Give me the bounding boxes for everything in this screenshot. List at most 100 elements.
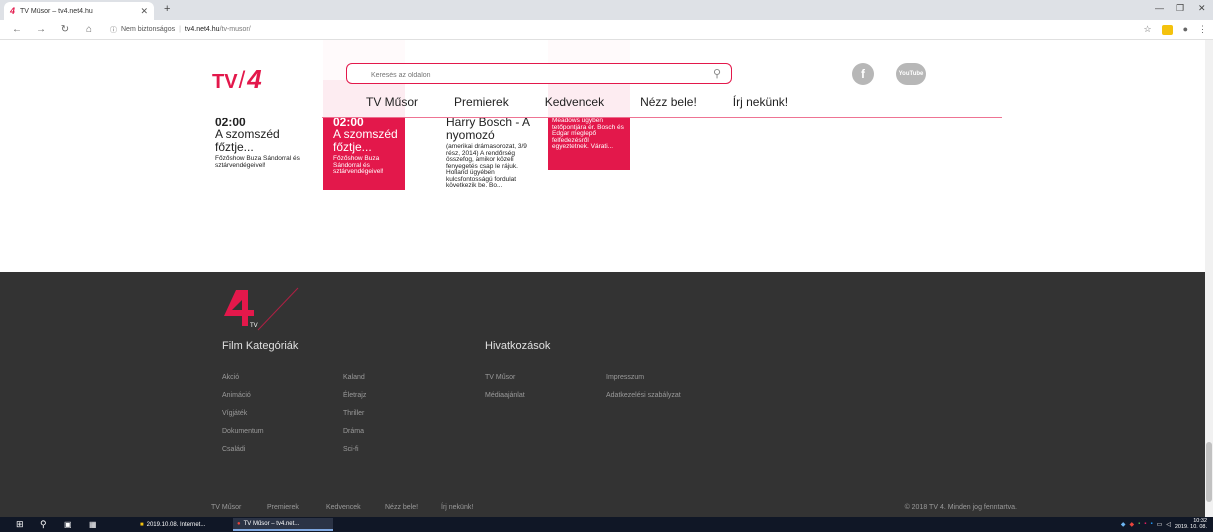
minimize-icon[interactable]: — — [1155, 3, 1164, 13]
close-window-icon[interactable]: ✕ — [1198, 3, 1206, 14]
folder-icon: ■ — [140, 521, 144, 528]
schedule-item[interactable]: 02:00 A szomszéd főztje... Főzőshow Buza… — [215, 116, 307, 186]
facebook-icon[interactable]: f — [852, 63, 874, 85]
url-path: /tv-musor/ — [219, 26, 251, 33]
clock-date: 2019. 10. 08. — [1174, 524, 1207, 530]
schedule-item[interactable]: Harry Bosch - A nyomozó (amerikai drámas… — [446, 116, 538, 226]
back-icon[interactable]: ← — [10, 24, 24, 35]
header-divider — [322, 117, 1002, 118]
footer-link-animacio[interactable]: Animáció — [222, 392, 251, 399]
tray-app-icon[interactable]: ▪ — [1138, 521, 1140, 527]
logo-slash: / — [238, 67, 246, 94]
url-host: tv4.net4.hu — [184, 26, 220, 33]
footer-link-drama[interactable]: Dráma — [343, 428, 364, 435]
footer-link-kaland[interactable]: Kaland — [343, 374, 365, 381]
footer-link-eletrajz[interactable]: Életrajz — [343, 392, 366, 399]
security-label: Nem biztonságos — [121, 26, 176, 33]
bookmark-star-icon[interactable]: ☆ — [1143, 24, 1151, 35]
bottom-nav-kedvencek[interactable]: Kedvencek — [326, 504, 361, 511]
footer-link-adatkezeles[interactable]: Adatkezelési szabályzat — [606, 392, 681, 399]
program-title: A szomszéd főztje... — [333, 127, 398, 154]
logo-four-text: 4 — [247, 64, 262, 94]
logo-tv-text: TV — [212, 71, 238, 93]
web-page: 02:00 A szomszéd főztje... Főzőshow Buza… — [0, 40, 1213, 517]
reload-icon[interactable]: ↻ — [58, 24, 72, 35]
program-title: Harry Bosch - A nyomozó — [446, 115, 530, 142]
new-tab-icon[interactable]: + — [164, 3, 170, 15]
browser-tab[interactable]: 4 TV Műsor – tv4.net4.hu ✕ — [4, 2, 154, 20]
footer-link-sci-fi[interactable]: Sci-fi — [343, 446, 359, 453]
task-view-icon[interactable]: ▣ — [64, 517, 72, 532]
taskbar-app-label: TV Műsor – tv4.net... — [243, 520, 300, 527]
nav-irj-nekunk[interactable]: Írj nekünk! — [733, 95, 788, 109]
menu-icon[interactable]: ⋮ — [1198, 24, 1207, 35]
site-header: TV / 4 ⚲ f YouTube TV Műsor Premierek Ke… — [0, 40, 1205, 118]
profile-icon[interactable]: ● — [1183, 24, 1188, 35]
program-description: Főzőshow Buza Sándorral és sztárvendégei… — [333, 155, 384, 175]
bottom-nav-premierek[interactable]: Premierek — [267, 504, 299, 511]
tab-close-icon[interactable]: ✕ — [140, 6, 148, 17]
chrome-icon: ● — [237, 520, 241, 527]
youtube-icon[interactable]: YouTube — [896, 63, 926, 85]
search-icon[interactable]: ⚲ — [713, 67, 721, 80]
footer-link-akcio[interactable]: Akció — [222, 374, 239, 381]
copyright-text: © 2018 TV 4. Minden jog fenntartva. — [904, 504, 1017, 511]
program-description: Meadows ügyben tetőpontjára ér. Bosch és… — [552, 117, 624, 150]
nav-tv-musor[interactable]: TV Műsor — [366, 95, 418, 109]
calculator-icon[interactable]: ▦ — [89, 517, 97, 532]
search-input[interactable] — [371, 66, 711, 85]
nav-nezz-bele[interactable]: Nézz bele! — [640, 95, 697, 109]
nav-premierek[interactable]: Premierek — [454, 95, 509, 109]
nav-kedvencek[interactable]: Kedvencek — [545, 95, 604, 109]
taskbar-clock[interactable]: 10:32 2019. 10. 08. — [1175, 518, 1207, 530]
tab-title: TV Műsor – tv4.net4.hu — [20, 7, 93, 15]
windows-start-icon[interactable]: ⊞ — [16, 517, 24, 532]
toolbar-right: ☆ ● ⋮ — [1143, 24, 1207, 35]
tray-app-icon[interactable]: ◆ — [1121, 521, 1126, 528]
search-taskbar-icon[interactable]: ⚲ — [40, 517, 47, 532]
browser-tab-bar: 4 TV Műsor – tv4.net4.hu ✕ + — ❐ ✕ — [0, 0, 1213, 20]
links-heading: Hivatkozások — [485, 340, 551, 352]
network-icon[interactable]: ▭ — [1157, 521, 1163, 528]
maximize-icon[interactable]: ❐ — [1176, 3, 1184, 14]
program-description: Főzőshow Buza Sándorral és sztárvendégei… — [215, 155, 300, 169]
taskbar-app-chrome[interactable]: ● TV Műsor – tv4.net... — [233, 518, 333, 531]
forward-icon[interactable]: → — [34, 24, 48, 35]
program-description: (amerikai drámasorozat, 3/9 rész, 2014) … — [446, 143, 527, 189]
taskbar-app-label: 2019.10.08. Internet... — [146, 521, 206, 528]
taskbar-app-folder[interactable]: ■ 2019.10.08. Internet... — [136, 518, 230, 531]
tv4-logo[interactable]: TV / 4 — [212, 64, 262, 95]
tray-app-icon[interactable]: ◆ — [1130, 521, 1135, 528]
footer-link-mediaajanlat[interactable]: Médiaajánlat — [485, 392, 525, 399]
footer-link-csaladi[interactable]: Családi — [222, 446, 245, 453]
extension-icon[interactable] — [1161, 25, 1173, 35]
site-footer: TV Film Kategóriák Hivatkozások Akció An… — [0, 272, 1205, 517]
footer-tv4-logo[interactable]: TV — [222, 286, 302, 332]
program-title: A szomszéd főztje... — [215, 127, 280, 154]
footer-link-dokumentum[interactable]: Dokumentum — [222, 428, 264, 435]
bottom-nav-tv-musor[interactable]: TV Műsor — [211, 504, 241, 511]
home-icon[interactable]: ⌂ — [82, 24, 96, 35]
footer-link-thriller[interactable]: Thriller — [343, 410, 364, 417]
windows-taskbar: ⊞ ⚲ ▣ ▦ ■ 2019.10.08. Internet... ● TV M… — [0, 517, 1213, 532]
tv4-favicon-icon: 4 — [10, 6, 16, 16]
info-icon[interactable]: ⓘ — [110, 25, 117, 35]
tray-app-icon[interactable]: ▪ — [1144, 521, 1146, 527]
main-nav: TV Műsor Premierek Kedvencek Nézz bele! … — [366, 95, 824, 109]
film-categories-heading: Film Kategóriák — [222, 340, 299, 352]
volume-icon[interactable]: ◁ — [1166, 521, 1171, 528]
browser-toolbar: ← → ↻ ⌂ ⓘ Nem biztonságos | tv4.net4.hu … — [0, 20, 1213, 40]
search-box[interactable]: ⚲ — [346, 63, 732, 85]
scrollbar-thumb[interactable] — [1206, 442, 1212, 502]
bottom-nav-nezz-bele[interactable]: Nézz bele! — [385, 504, 418, 511]
tray-app-icon[interactable]: ▪ — [1150, 521, 1152, 527]
url-separator: | — [179, 26, 181, 33]
page-scrollbar[interactable] — [1205, 40, 1213, 517]
address-bar[interactable]: ⓘ Nem biztonságos | tv4.net4.hu /tv-muso… — [110, 25, 251, 35]
footer-link-tv-musor[interactable]: TV Műsor — [485, 374, 515, 381]
bottom-nav-irj-nekunk[interactable]: Írj nekünk! — [441, 504, 473, 511]
footer-link-impresszum[interactable]: Impresszum — [606, 374, 644, 381]
footer-bottom-bar: TV Műsor Premierek Kedvencek Nézz bele! … — [0, 500, 1205, 517]
footer-link-vigjatek[interactable]: Vígjáték — [222, 410, 247, 417]
svg-text:TV: TV — [250, 323, 258, 329]
